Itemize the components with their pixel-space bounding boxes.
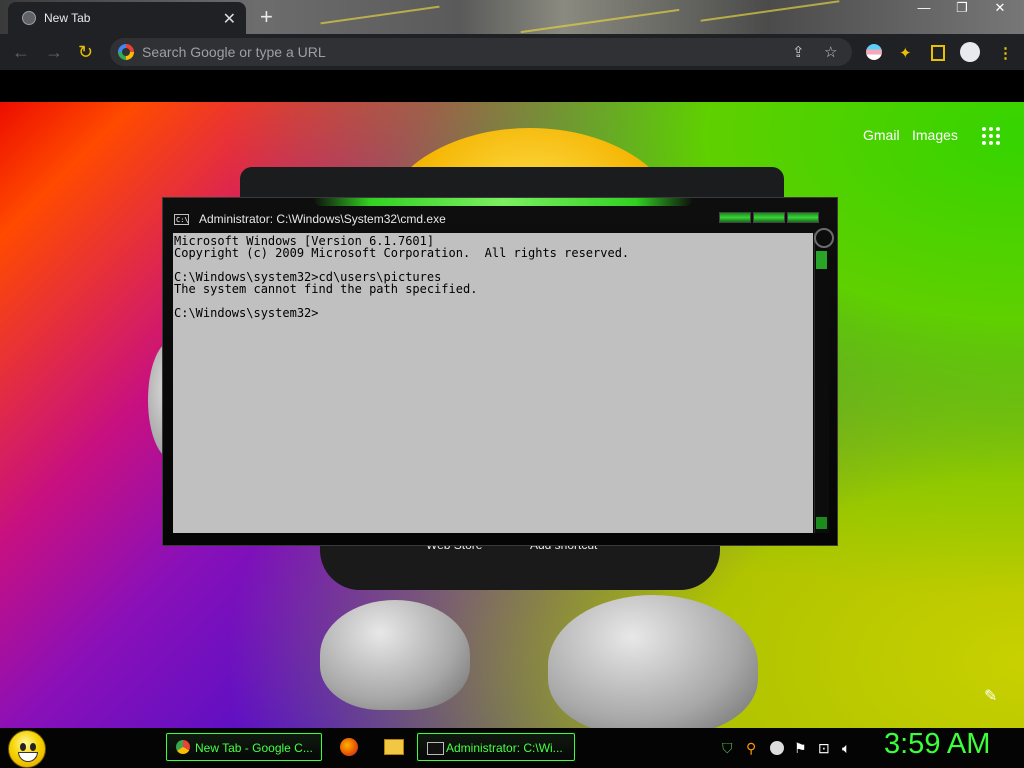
cmd-close-button[interactable]: [787, 212, 819, 223]
smiley-mouth: [18, 752, 38, 762]
images-link[interactable]: Images: [912, 127, 958, 143]
resize-grip-icon[interactable]: [814, 228, 834, 248]
window-controls: — ❐ ✕: [910, 0, 1014, 16]
cmd-window[interactable]: C:\ Administrator: C:\Windows\System32\c…: [162, 197, 838, 546]
new-tab-button[interactable]: +: [260, 4, 273, 30]
wallpaper-streak: [520, 8, 680, 34]
profile-extension-icon[interactable]: [866, 44, 882, 60]
console-prompt: C:\Windows\system32>: [174, 306, 319, 320]
background-shoe-left: [320, 600, 470, 710]
star-icon[interactable]: ☆: [824, 43, 837, 61]
back-icon[interactable]: ←: [12, 42, 30, 63]
cmd-maximize-button[interactable]: [753, 212, 785, 223]
cmd-window-controls: [719, 212, 819, 223]
tab-new-tab[interactable]: New Tab ✕: [8, 2, 246, 34]
chrome-icon: [176, 740, 190, 754]
google-apps-icon[interactable]: [982, 127, 1000, 145]
side-panel-icon[interactable]: [931, 45, 945, 61]
console-line: The system cannot find the path specifie…: [174, 282, 478, 296]
share-icon[interactable]: ⇪: [792, 43, 805, 61]
scrollbar-thumb[interactable]: [816, 251, 827, 269]
smiley-eye: [30, 743, 36, 751]
taskbar-clock[interactable]: 3:59 AM: [884, 728, 990, 761]
console-output[interactable]: Microsoft Windows [Version 6.1.7601] Copy…: [173, 233, 813, 533]
scroll-down-arrow[interactable]: [816, 517, 827, 529]
action-center-flag-icon[interactable]: ⚑: [794, 740, 807, 757]
volume-icon[interactable]: 🔈︎: [842, 740, 850, 757]
tab-close-icon[interactable]: ✕: [223, 9, 236, 29]
background-shoe-right: [548, 595, 758, 728]
taskbar-chrome-label: New Tab - Google C...: [195, 741, 313, 755]
close-window-button[interactable]: ✕: [986, 0, 1014, 16]
taskbar: New Tab - Google C... Administrator: C:\…: [0, 728, 1024, 768]
maximize-button[interactable]: ❐: [948, 0, 976, 16]
wallpaper-streak: [700, 0, 840, 22]
firefox-icon[interactable]: [340, 738, 358, 756]
console-scrollbar[interactable]: [814, 233, 829, 533]
address-bar-placeholder: Search Google or type a URL: [142, 44, 326, 60]
smiley-eye: [20, 743, 26, 751]
console-line: Copyright (c) 2009 Microsoft Corporation…: [174, 246, 630, 260]
page-top-bar: [0, 70, 1024, 102]
tab-title: New Tab: [44, 11, 91, 25]
address-bar[interactable]: Search Google or type a URL ⇪ ☆: [110, 38, 852, 66]
taskbar-chrome[interactable]: New Tab - Google C...: [166, 733, 322, 761]
menu-icon[interactable]: ⋮: [998, 44, 1013, 62]
cmd-minimize-button[interactable]: [719, 212, 751, 223]
wallpaper-streak: [320, 5, 440, 25]
forward-icon[interactable]: →: [45, 42, 63, 63]
browser-tab-strip: New Tab ✕ + — ❐ ✕: [0, 0, 1024, 34]
browser-toolbar: ← → ↻ Search Google or type a URL ⇪ ☆ ✦ …: [0, 34, 1024, 70]
cmd-task-icon: [427, 742, 444, 755]
minimize-button[interactable]: —: [910, 0, 938, 16]
explorer-folder-icon[interactable]: [384, 739, 404, 755]
network-icon[interactable]: ⊡: [818, 740, 830, 757]
security-shield-icon[interactable]: ⛉: [722, 740, 733, 757]
cmd-icon: C:\: [174, 214, 189, 225]
google-g-icon: [118, 44, 134, 60]
cmd-title: Administrator: C:\Windows\System32\cmd.e…: [199, 212, 446, 226]
customize-pencil-icon[interactable]: ✎: [984, 686, 997, 706]
reload-icon[interactable]: ↻: [78, 42, 93, 63]
gmail-link[interactable]: Gmail: [863, 127, 900, 143]
start-button[interactable]: [8, 730, 46, 768]
taskbar-cmd[interactable]: Administrator: C:\Wi...: [417, 733, 575, 761]
taskbar-cmd-label: Administrator: C:\Wi...: [446, 741, 563, 755]
search-icon[interactable]: ⚲: [746, 740, 756, 757]
account-icon[interactable]: [960, 42, 980, 62]
extensions-icon[interactable]: ✦: [899, 44, 912, 62]
window-top-glow: [313, 198, 693, 206]
messenger-icon[interactable]: [770, 741, 784, 755]
chrome-favicon-icon: [22, 11, 36, 25]
